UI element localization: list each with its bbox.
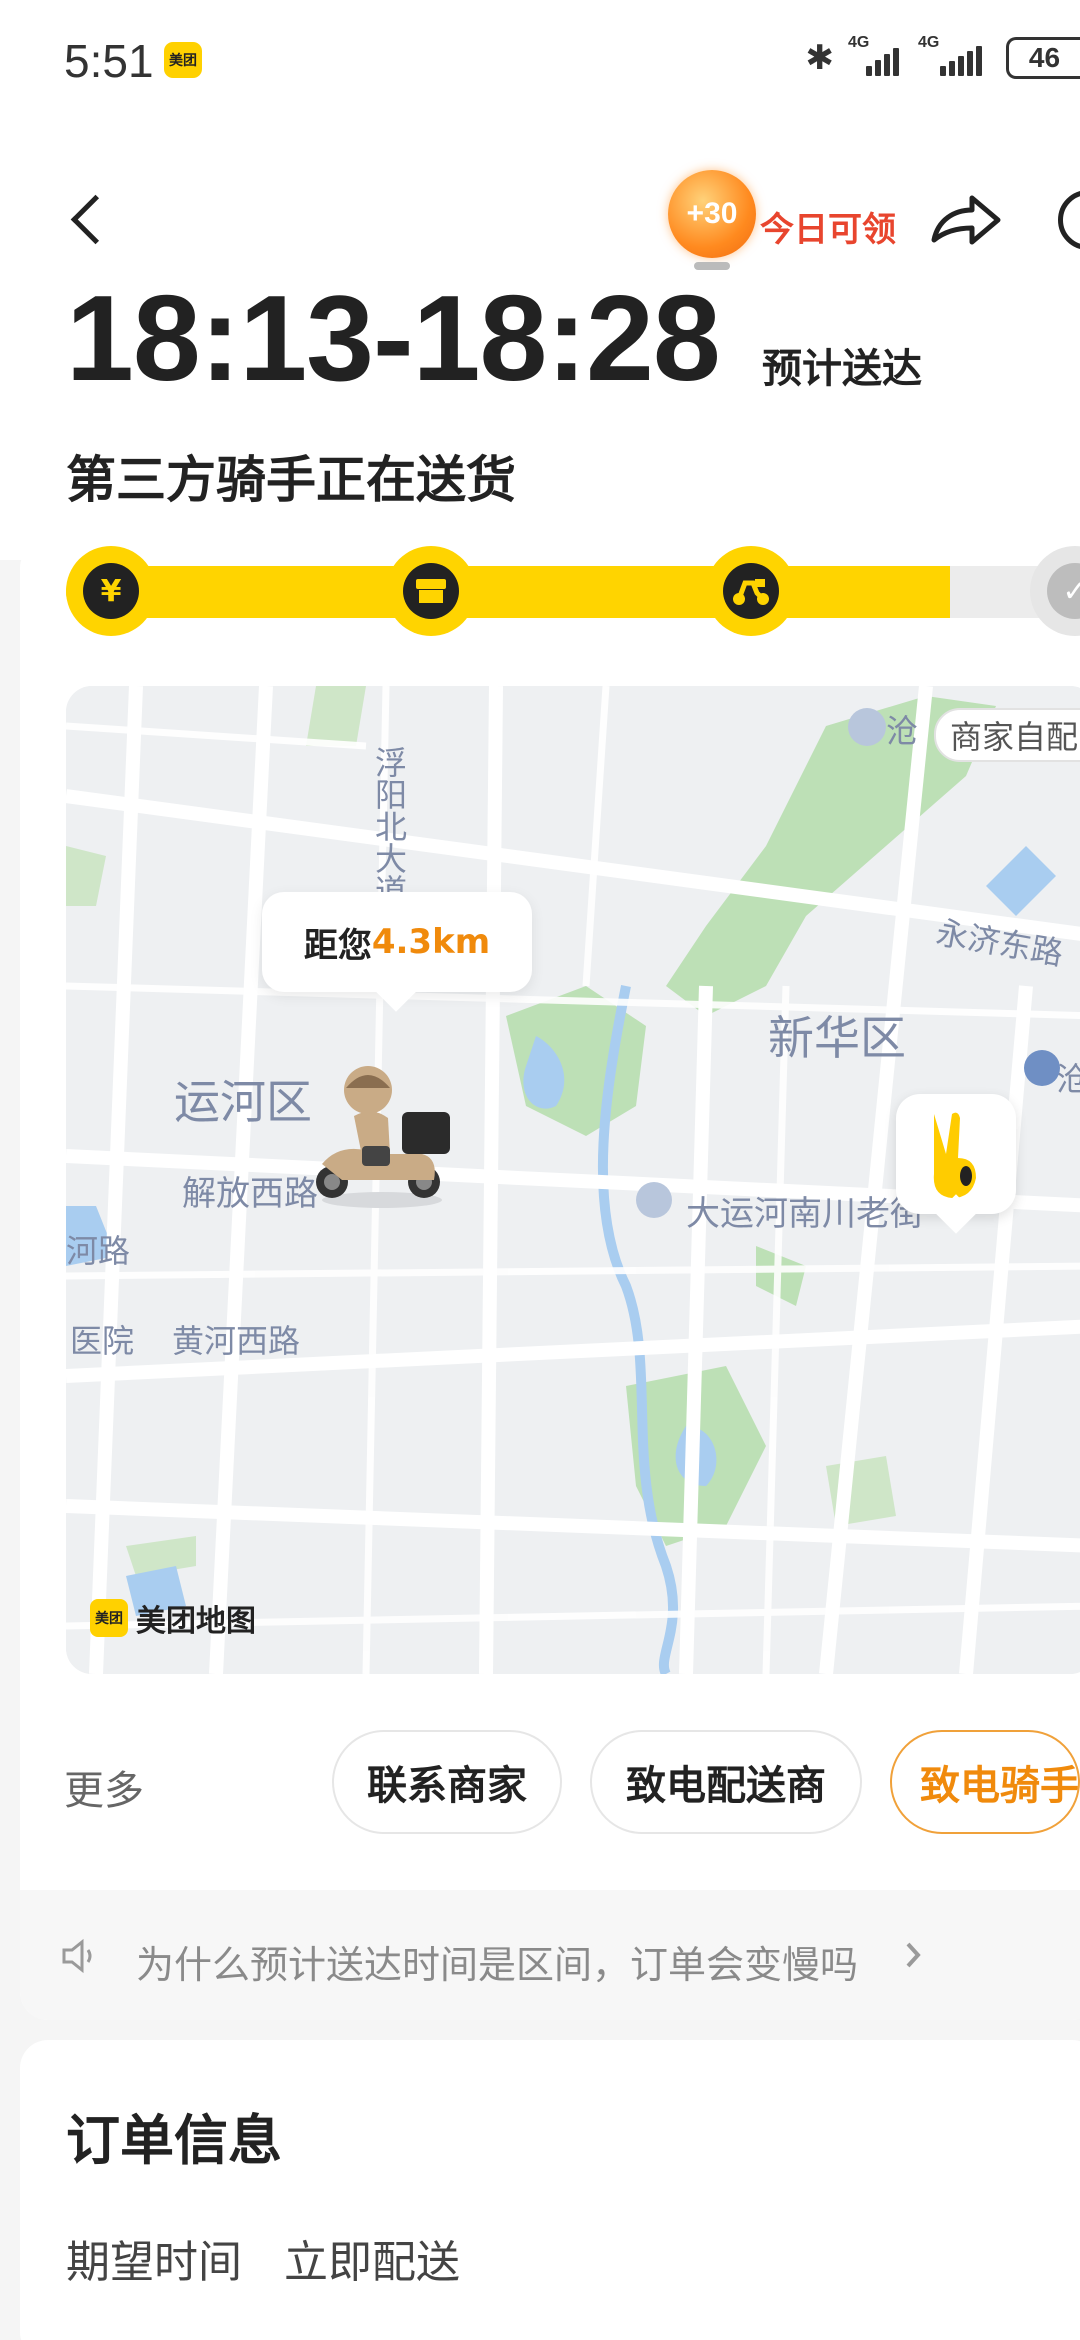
signal-icon: 4G [848, 34, 904, 76]
poi-pin-icon [848, 708, 886, 746]
distance-prefix: 距您 [303, 925, 372, 966]
store-icon [403, 563, 459, 619]
battery-icon: 46 [1006, 37, 1080, 79]
expect-time-value: 立即配送 [284, 2237, 460, 2288]
back-chevron-icon[interactable] [66, 190, 106, 250]
map-label-yunhe: 运河区 [174, 1075, 312, 1129]
step-paid: ¥ [66, 546, 156, 636]
yen-icon: ¥ [83, 563, 139, 619]
poi-pin-icon-2 [636, 1182, 672, 1218]
map-logo-text: 美团地图 [136, 1604, 256, 1639]
map-label-yiyuan: 医院 [70, 1322, 135, 1360]
bluetooth-icon: ✱ [805, 38, 835, 78]
map-label-xinhua: 新华区 [768, 1011, 906, 1065]
call-rider-button[interactable]: 致电骑手 [890, 1730, 1080, 1834]
delivery-status: 第三方骑手正在送货 [66, 451, 516, 509]
notice-text[interactable]: 为什么预计送达时间是区间，订单会变慢吗 [136, 1934, 858, 1989]
map-label-huanghe: 黄河西路 [172, 1322, 301, 1360]
speaker-icon [60, 1936, 100, 1976]
status-time: 5:51 [64, 35, 154, 87]
step-delivering [706, 546, 796, 636]
chevron-right-icon[interactable] [904, 1940, 924, 1970]
step-merchant [386, 546, 476, 636]
progress-fill [66, 566, 950, 618]
network-type-2: 4G [918, 34, 940, 51]
daily-coin-reward[interactable]: +30 今日可领 [668, 166, 918, 276]
map-label-dayunhe: 大运河南川老街 [686, 1194, 924, 1234]
share-icon[interactable] [928, 190, 1004, 250]
network-type: 4G [848, 34, 870, 51]
eta-label: 预计送达 [762, 346, 922, 392]
contact-merchant-button[interactable]: 联系商家 [332, 1730, 562, 1834]
signal-icon-2: 4G [918, 34, 992, 76]
scooter-icon [723, 563, 779, 619]
store-tag[interactable]: 商家自配 [934, 708, 1080, 762]
expect-time-label: 期望时间 [66, 2237, 242, 2288]
meituan-map-logo: 美团 美团地图 [90, 1596, 256, 1640]
distance-bubble: 距您 4.3km [262, 892, 532, 992]
destination-marker-icon[interactable] [896, 1094, 1016, 1214]
rider-marker-icon[interactable] [302, 1054, 462, 1214]
map-label-fuyang: 浮阳北大道 [370, 746, 408, 906]
eta-time-range: 18:13-18:28 [66, 270, 721, 406]
station-pin-icon [1024, 1050, 1060, 1086]
coin-label: 今日可领 [760, 210, 896, 250]
order-info-title: 订单信息 [66, 2109, 282, 2172]
delivery-map[interactable]: 浮阳北大道 沧 永济东路 新华区 沧 运河区 解放西路 大运河南川老街 河路 黄… [66, 686, 1080, 1674]
order-info-card [20, 2040, 1080, 2340]
status-bar: 5:51 美团 ✱ 4G 4G 46 [0, 0, 1080, 120]
more-label[interactable]: 更多 [64, 1758, 144, 1816]
map-label-cang: 沧 [886, 712, 919, 750]
meituan-app-icon: 美团 [164, 42, 202, 78]
map-label-hehelu: 河路 [66, 1232, 131, 1270]
check-icon: ✓ [1047, 563, 1080, 619]
coin-icon: +30 [668, 170, 756, 258]
distance-value: 4.3km [371, 922, 491, 962]
status-indicators: ✱ 4G 4G 46 [805, 34, 1080, 80]
map-label-jiefang: 解放西路 [182, 1174, 318, 1214]
call-courier-company-button[interactable]: 致电配送商 [590, 1730, 862, 1834]
meituan-logo-icon: 美团 [90, 1599, 128, 1637]
map-label-cang2: 沧 [1056, 1060, 1080, 1098]
